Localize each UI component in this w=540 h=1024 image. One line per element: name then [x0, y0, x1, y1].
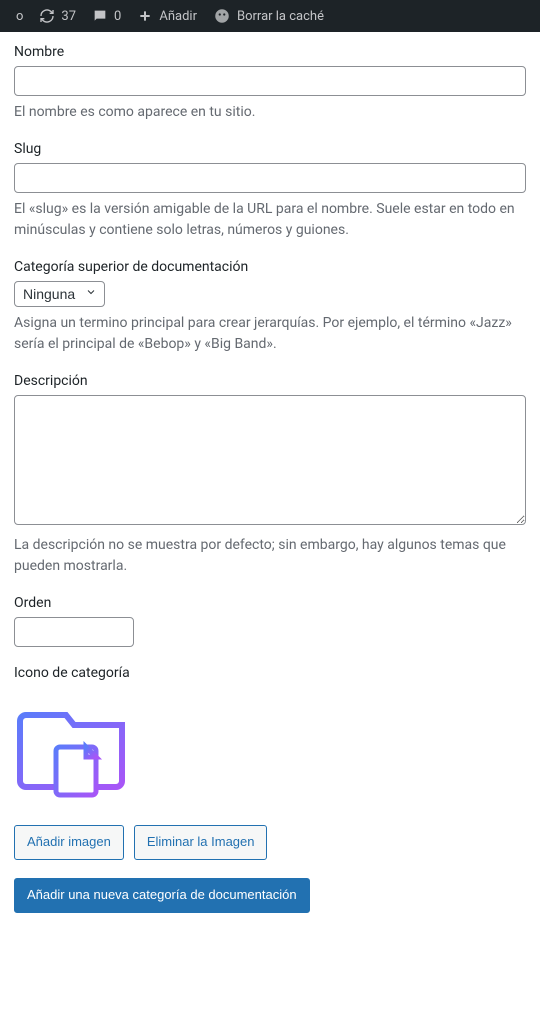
- admin-bar-add-new[interactable]: Añadir: [129, 8, 205, 24]
- icon-preview: [14, 693, 526, 807]
- parent-label: Categoría superior de documentación: [14, 259, 526, 275]
- clear-cache-label: Borrar la caché: [237, 9, 324, 24]
- admin-bar-site[interactable]: o: [8, 9, 31, 24]
- plus-icon: [137, 8, 153, 24]
- description-help: La descripción no se muestra por defecto…: [14, 535, 526, 577]
- remove-image-button[interactable]: Eliminar la Imagen: [134, 825, 268, 860]
- slug-input[interactable]: [14, 163, 526, 193]
- admin-bar-site-partial: o: [16, 9, 23, 24]
- order-input[interactable]: [14, 617, 134, 647]
- icon-buttons: Añadir imagen Eliminar la Imagen: [14, 825, 526, 860]
- slug-description: El «slug» es la versión amigable de la U…: [14, 199, 526, 241]
- field-name: Nombre El nombre es como aparece en tu s…: [14, 44, 526, 123]
- field-icon: Icono de categoría Añadir imagen: [14, 665, 526, 860]
- updates-count: 37: [61, 9, 76, 24]
- folder-document-icon: [14, 693, 134, 803]
- icon-label: Icono de categoría: [14, 665, 526, 681]
- category-form: Nombre El nombre es como aparece en tu s…: [0, 32, 540, 941]
- description-label: Descripción: [14, 373, 526, 389]
- slug-label: Slug: [14, 141, 526, 157]
- refresh-icon: [39, 8, 55, 24]
- name-description: El nombre es como aparece en tu sitio.: [14, 102, 526, 123]
- submit-button[interactable]: Añadir una nueva categoría de documentac…: [14, 878, 310, 913]
- field-parent: Categoría superior de documentación Ning…: [14, 259, 526, 355]
- add-image-button[interactable]: Añadir imagen: [14, 825, 124, 860]
- cache-icon: [213, 7, 231, 25]
- add-new-label: Añadir: [159, 9, 197, 24]
- parent-select[interactable]: Ninguna: [14, 281, 105, 307]
- comment-icon: [92, 8, 108, 24]
- name-label: Nombre: [14, 44, 526, 60]
- description-textarea[interactable]: [14, 395, 526, 525]
- order-label: Orden: [14, 595, 526, 611]
- field-slug: Slug El «slug» es la versión amigable de…: [14, 141, 526, 241]
- admin-bar-comments[interactable]: 0: [84, 8, 129, 24]
- field-order: Orden: [14, 595, 526, 647]
- admin-bar: o 37 0 Añadir Borrar la caché: [0, 0, 540, 32]
- name-input[interactable]: [14, 66, 526, 96]
- admin-bar-updates[interactable]: 37: [31, 8, 84, 24]
- comments-count: 0: [114, 9, 121, 24]
- field-description: Descripción La descripción no se muestra…: [14, 373, 526, 577]
- admin-bar-clear-cache[interactable]: Borrar la caché: [205, 7, 332, 25]
- parent-description: Asigna un termino principal para crear j…: [14, 313, 526, 355]
